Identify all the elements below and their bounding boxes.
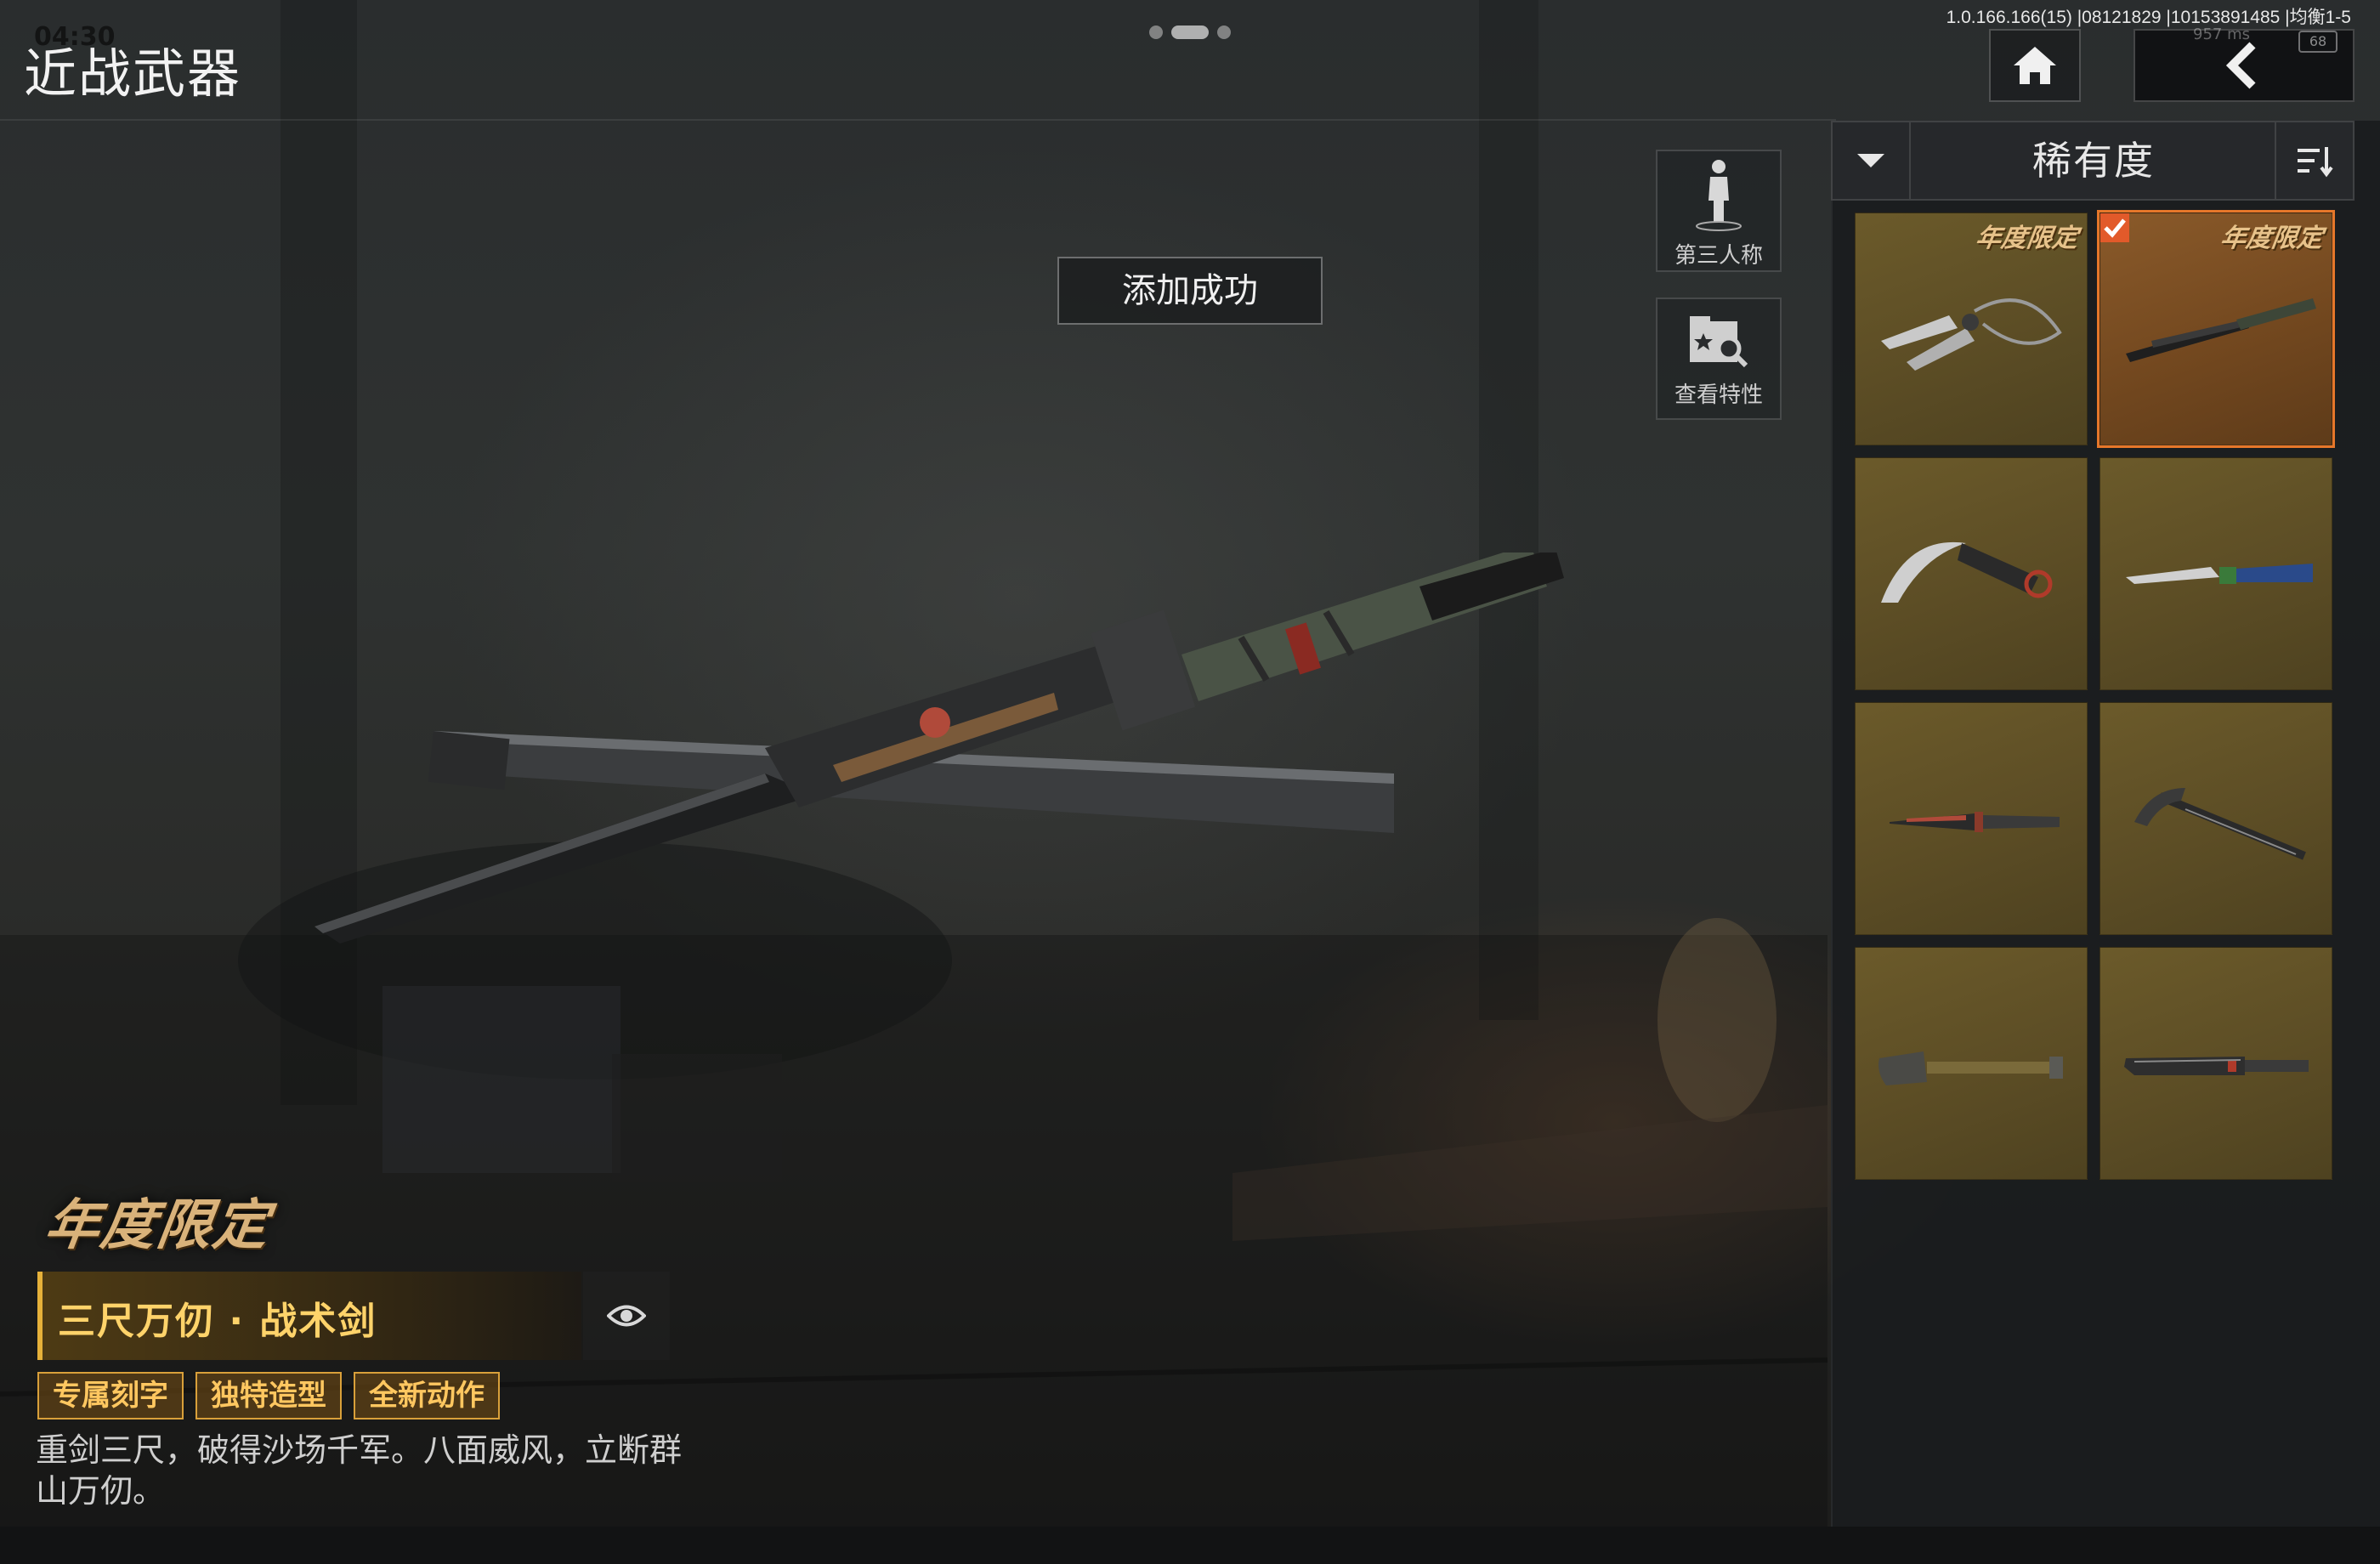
- tag-unique-shape: 独特造型: [196, 1372, 342, 1420]
- page-title: 近战武器: [24, 42, 242, 105]
- tactical-sword-model-icon: [314, 544, 1564, 944]
- weapon-description: 重剑三尺，破得沙场千军。八面威风，立断群山万仞。: [36, 1431, 683, 1510]
- feature-tags: 专属刻字 独特造型 全新动作: [37, 1372, 500, 1420]
- page-dot: [1217, 26, 1231, 39]
- battery-indicator: 68: [2298, 31, 2338, 53]
- weapon-item-shovel[interactable]: [1855, 947, 2088, 1180]
- toast-message: 添加成功: [1057, 257, 1323, 325]
- sort-dropdown-button[interactable]: [1833, 122, 1911, 199]
- page-dot-active: [1171, 26, 1209, 39]
- sort-label[interactable]: 稀有度: [1911, 122, 2276, 199]
- weapon-name-bar: 三尺万仞 · 战术剑: [37, 1272, 581, 1360]
- page-indicator: [1149, 26, 1231, 39]
- annual-limited-badge: 年度限定: [40, 1193, 275, 1257]
- person-icon: [1696, 160, 1742, 231]
- weapon-preview[interactable]: [289, 544, 1581, 998]
- home-icon: [2014, 47, 2056, 84]
- pickaxe-icon: [2134, 788, 2306, 860]
- tag-new-animation: 全新动作: [354, 1372, 500, 1420]
- sort-order-button[interactable]: [2275, 122, 2353, 199]
- bottom-strip: [0, 1527, 2380, 1564]
- weapon-item-karambit[interactable]: [1855, 457, 2088, 690]
- weapon-grid: 年度限定 年度限定: [1855, 210, 2336, 1180]
- sort-icon: [2298, 147, 2333, 178]
- tactical-sword-icon: [2126, 298, 2316, 362]
- third-person-button[interactable]: 第三人称: [1656, 150, 1782, 272]
- eye-icon: [607, 1305, 646, 1327]
- network-latency: 957 ms: [2193, 26, 2250, 43]
- weapon-item-machete[interactable]: [2100, 947, 2332, 1180]
- bayonet-icon: [1890, 812, 2060, 832]
- build-info: 1.0.166.166(15) |08121829 |10153891485 |…: [1946, 8, 2351, 27]
- sort-bar: 稀有度: [1831, 121, 2354, 201]
- weapon-item-combat-knife[interactable]: [2100, 457, 2332, 690]
- weapon-item-bayonet[interactable]: [1855, 702, 2088, 935]
- home-button[interactable]: [1989, 29, 2081, 102]
- shovel-icon: [1878, 1051, 2063, 1085]
- tag-engraving: 专属刻字: [37, 1372, 184, 1420]
- traits-search-icon: [1690, 316, 1748, 368]
- combat-knife-icon: [2126, 564, 2313, 584]
- weapon-item-tactical-sword[interactable]: 年度限定: [2097, 210, 2335, 448]
- weapon-item-dual-kunai[interactable]: 年度限定: [1855, 212, 2088, 445]
- dual-kunai-icon: [1881, 298, 2062, 371]
- weapon-name: 三尺万仞 · 战术剑: [58, 1300, 377, 1343]
- weapon-item-pickaxe[interactable]: [2100, 702, 2332, 935]
- preview-eye-button[interactable]: [583, 1272, 670, 1360]
- machete-icon: [2124, 1057, 2309, 1075]
- page-dot: [1149, 26, 1163, 39]
- view-traits-label: 查看特性: [1674, 382, 1763, 408]
- header-divider: [0, 119, 1836, 121]
- chevron-down-icon: [1857, 154, 1884, 167]
- third-person-label: 第三人称: [1674, 243, 1763, 269]
- karambit-icon: [1881, 541, 2053, 603]
- chevron-left-icon: [2225, 42, 2256, 89]
- view-traits-button[interactable]: 查看特性: [1656, 298, 1782, 420]
